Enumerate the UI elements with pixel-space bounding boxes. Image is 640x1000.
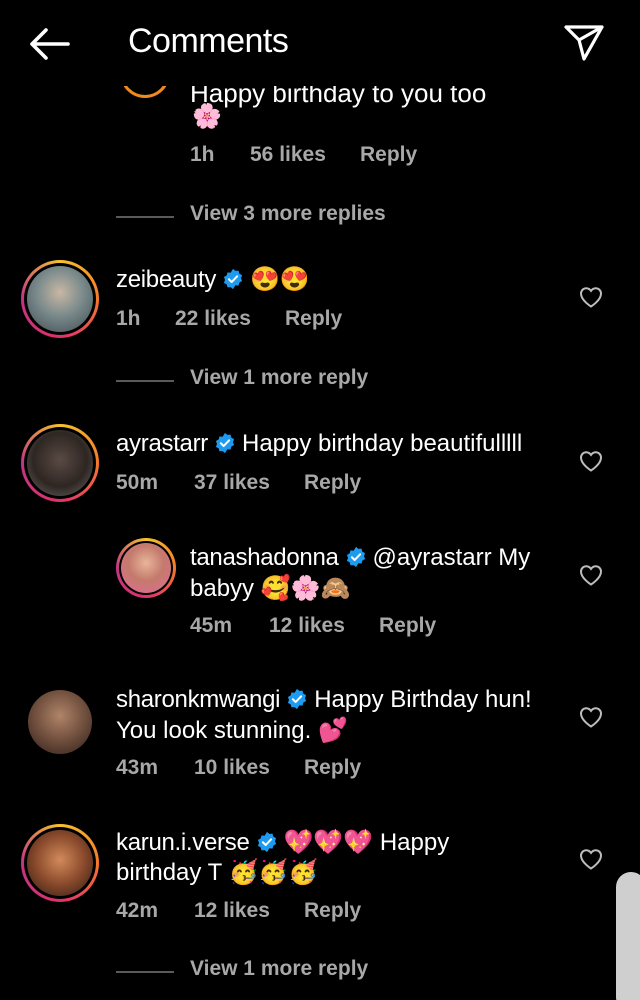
send-icon[interactable]	[562, 22, 606, 64]
comment-line: ayrastarr Happy birthday beautifulllll	[116, 430, 522, 458]
comment-likes[interactable]: 22 likes	[175, 307, 251, 331]
comment-meta: 1h 56 likes Reply	[190, 143, 417, 167]
verified-badge-icon	[346, 546, 365, 568]
username[interactable]: karun.i.verse	[116, 829, 250, 856]
avatar[interactable]	[21, 824, 99, 902]
verified-badge-icon	[215, 432, 235, 454]
scrollbar-thumb[interactable]	[616, 872, 640, 1000]
comment-meta: 43m 10 likes Reply	[116, 756, 361, 780]
page-title: Comments	[128, 22, 289, 60]
comment-likes[interactable]: 12 likes	[194, 899, 270, 923]
comment-likes[interactable]: 37 likes	[194, 471, 270, 495]
comment-text: 😍😍	[250, 266, 310, 293]
comment-time: 1h	[190, 143, 215, 166]
reply-button[interactable]: Reply	[360, 143, 417, 167]
comment-text-continued: You look stunning. 💕	[116, 717, 348, 744]
comment-meta: 1h 22 likes Reply	[116, 307, 342, 331]
comment-line: zeibeauty 😍😍	[116, 265, 310, 294]
comment-time: 43m	[116, 756, 159, 779]
avatar[interactable]	[21, 424, 99, 502]
comment-meta: 50m 37 likes Reply	[116, 471, 361, 495]
comment-time: 50m	[116, 471, 159, 494]
comment-text-continued: babyy 🥰🌸🙈	[190, 575, 351, 602]
comment-likes[interactable]: 12 likes	[269, 614, 345, 638]
reply-button[interactable]: Reply	[304, 756, 361, 780]
verified-badge-icon	[223, 268, 243, 290]
divider	[116, 971, 174, 973]
comment-emoji: 🌸	[192, 103, 222, 130]
divider	[116, 216, 174, 218]
avatar[interactable]	[28, 690, 92, 754]
reply-button[interactable]: Reply	[304, 471, 361, 495]
reply-button[interactable]: Reply	[379, 614, 436, 638]
heart-icon[interactable]	[579, 706, 603, 728]
verified-badge-icon	[257, 831, 276, 853]
comment-text: @ayrastarr My	[372, 544, 531, 571]
comment-text-continued: birthday T 🥳🥳🥳	[116, 859, 319, 886]
comment-time: 45m	[190, 614, 233, 637]
comment-line: sharonkmwangi Happy Birthday hun!	[116, 686, 532, 714]
avatar[interactable]	[21, 260, 99, 338]
back-arrow-icon[interactable]	[26, 24, 72, 64]
comment-time: 42m	[116, 899, 159, 922]
username[interactable]: zeibeauty	[116, 266, 216, 293]
comment-time: 1h	[116, 307, 141, 330]
view-more-label[interactable]: View 1 more reply	[190, 366, 368, 390]
comments-list: Happy birthday to you too 🌸 1h 56 likes …	[0, 0, 640, 1000]
view-more-label[interactable]: View 1 more reply	[190, 957, 368, 981]
username[interactable]: sharonkmwangi	[116, 686, 280, 713]
comment-meta: 42m 12 likes Reply	[116, 899, 361, 923]
reply-button[interactable]: Reply	[304, 899, 361, 923]
comment-line: karun.i.verse 💖💖💖 Happy	[116, 828, 449, 857]
comment-text: 💖💖💖 Happy	[283, 829, 450, 856]
comment-likes[interactable]: 10 likes	[194, 756, 270, 780]
heart-icon[interactable]	[579, 450, 603, 472]
comment-text: Happy Birthday hun!	[314, 686, 532, 713]
avatar[interactable]	[116, 538, 176, 598]
top-bar: Comments	[0, 0, 640, 86]
heart-icon[interactable]	[579, 286, 603, 308]
username[interactable]: tanashadonna	[190, 544, 339, 571]
comment-meta: 45m 12 likes Reply	[190, 614, 436, 638]
verified-badge-icon	[288, 688, 307, 710]
divider	[116, 380, 174, 382]
username[interactable]: ayrastarr	[116, 430, 208, 457]
reply-button[interactable]: Reply	[285, 307, 342, 331]
heart-icon[interactable]	[579, 848, 603, 870]
comment-text: Happy birthday beautifulllll	[242, 430, 523, 457]
view-more-label[interactable]: View 3 more replies	[190, 202, 386, 226]
comment-likes[interactable]: 56 likes	[250, 143, 326, 167]
heart-icon[interactable]	[579, 564, 603, 586]
comment-line: tanashadonna @ayrastarr My	[190, 544, 530, 572]
